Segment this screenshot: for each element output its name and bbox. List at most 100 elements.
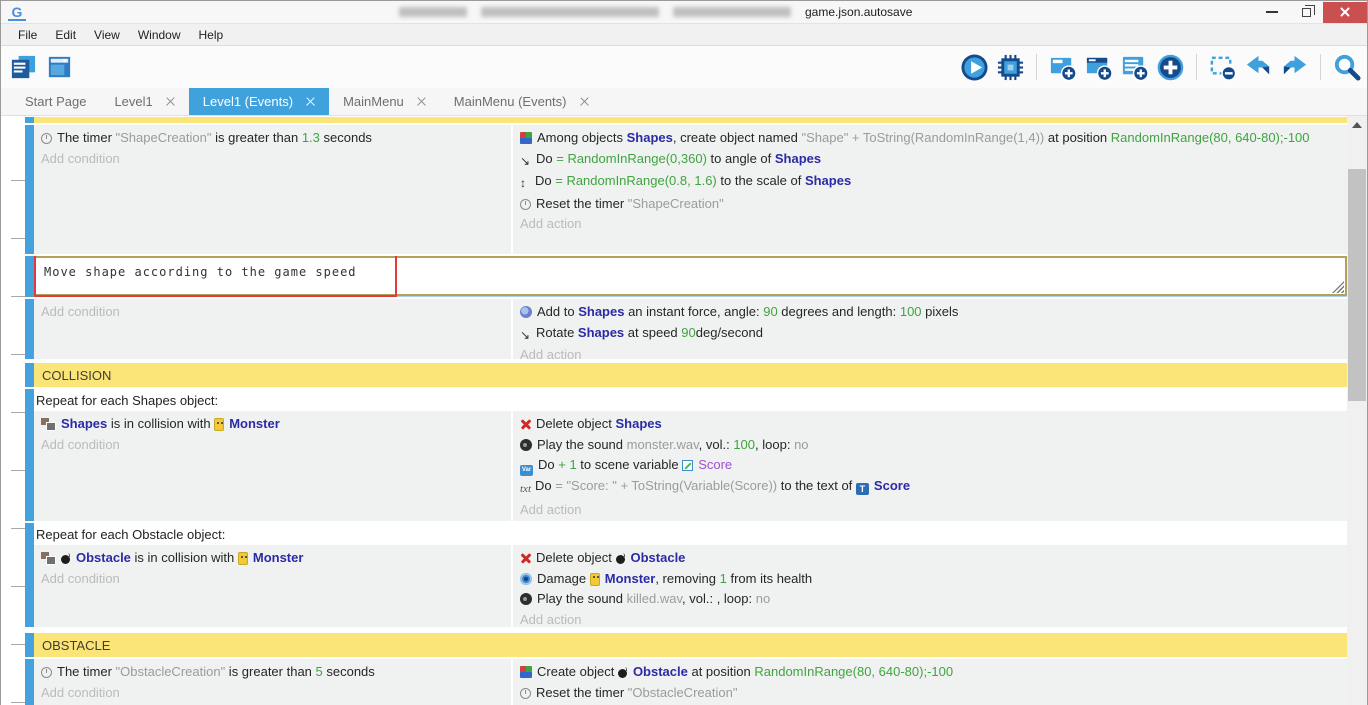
text-segment: at position <box>688 664 755 679</box>
tab-close-icon[interactable] <box>580 97 589 106</box>
event-row[interactable]: The timer "ObstacleCreation" is greater … <box>25 659 1349 705</box>
section-band-partial[interactable] <box>25 117 1349 123</box>
tab-close-icon[interactable] <box>166 97 175 106</box>
timer-icon <box>41 667 52 678</box>
event-body: Add condition Add to Shapes an instant fo… <box>34 299 1349 359</box>
comment-text[interactable]: Move shape according to the game speed <box>36 258 1345 279</box>
menu-help[interactable]: Help <box>190 26 233 44</box>
action-line[interactable]: Reset the timer "ShapeCreation" <box>520 194 1339 215</box>
actions-cell[interactable]: Add to Shapes an instant force, angle: 9… <box>511 299 1349 359</box>
conditions-cell[interactable]: Shapes is in collision with MonsterAdd c… <box>34 411 511 521</box>
text-segment: , vol.: <box>699 437 734 452</box>
comment-event[interactable]: Move shape according to the game speed <box>25 256 1349 297</box>
menu-window[interactable]: Window <box>129 26 190 44</box>
start-page-icon[interactable] <box>45 53 74 82</box>
scroll-up-icon[interactable] <box>1352 122 1362 128</box>
action-line[interactable]: ↕Do = RandomInRange(0.8, 1.6) to the sca… <box>520 171 1339 194</box>
action-line[interactable]: Play the sound killed.wav, vol.: , loop:… <box>520 589 1339 610</box>
text-segment: deg/second <box>696 325 763 340</box>
action-line[interactable]: Play the sound monster.wav, vol.: 100, l… <box>520 435 1339 456</box>
text-segment: "ObstacleCreation" <box>628 685 738 700</box>
tab-close-icon[interactable] <box>306 97 315 106</box>
text-segment: Add to <box>537 304 578 319</box>
add-condition-link[interactable]: Add condition <box>41 683 501 704</box>
section-band[interactable]: COLLISION <box>25 363 1349 387</box>
add-action-link[interactable]: Add action <box>520 610 1339 628</box>
tab-level1-events-[interactable]: Level1 (Events) <box>189 88 329 115</box>
menu-file[interactable]: File <box>9 26 46 44</box>
action-line[interactable]: VarDo + 1 to scene variable Score <box>520 455 1339 476</box>
condition-line[interactable]: Shapes is in collision with Monster <box>41 414 501 435</box>
action-line[interactable]: Reset the timer "ObstacleCreation" <box>520 683 1339 704</box>
action-line[interactable]: txtDo = "Score: " + ToString(Variable(Sc… <box>520 476 1339 500</box>
event-row[interactable]: Repeat for each Obstacle object:Obstacle… <box>25 523 1349 627</box>
add-action-link[interactable]: Add action <box>520 214 1339 235</box>
repeat-for-each-header[interactable]: Repeat for each Shapes object: <box>34 389 1349 411</box>
condition-line[interactable]: Obstacle is in collision with Monster <box>41 548 501 569</box>
add-comment-icon[interactable] <box>1120 53 1149 82</box>
actions-cell[interactable]: Create object Obstacle at position Rando… <box>511 659 1349 705</box>
add-condition-link[interactable]: Add condition <box>41 435 501 456</box>
menu-view[interactable]: View <box>85 26 129 44</box>
add-action-link[interactable]: Add action <box>520 345 1339 359</box>
timer-icon <box>520 199 531 210</box>
tab-mainmenu-events-[interactable]: MainMenu (Events) <box>440 88 603 115</box>
text-segment: seconds <box>323 664 375 679</box>
redo-icon[interactable] <box>1280 53 1309 82</box>
condition-line[interactable]: The timer "ObstacleCreation" is greater … <box>41 662 501 683</box>
action-line[interactable]: Create object Obstacle at position Rando… <box>520 662 1339 683</box>
action-line[interactable]: ↘Rotate Shapes at speed 90deg/second <box>520 323 1339 346</box>
project-manager-icon[interactable] <box>9 53 38 82</box>
menu-edit[interactable]: Edit <box>46 26 85 44</box>
action-line[interactable]: ↘Do = RandomInRange(0,360) to angle of S… <box>520 149 1339 172</box>
add-action-link[interactable]: Add action <box>520 500 1339 521</box>
repeat-for-each-header[interactable]: Repeat for each Obstacle object: <box>34 523 1349 545</box>
remove-event-icon[interactable] <box>1208 53 1237 82</box>
conditions-cell[interactable]: The timer "ObstacleCreation" is greater … <box>34 659 511 705</box>
tab-level1[interactable]: Level1 <box>100 88 188 115</box>
text-segment: + 1 <box>558 457 576 472</box>
tab-mainmenu[interactable]: MainMenu <box>329 88 440 115</box>
conditions-cell[interactable]: The timer "ShapeCreation" is greater tha… <box>34 125 511 254</box>
action-line[interactable]: Add to Shapes an instant force, angle: 9… <box>520 302 1339 323</box>
add-circle-icon[interactable] <box>1156 53 1185 82</box>
action-line[interactable]: Delete object Shapes <box>520 414 1339 435</box>
action-line[interactable]: Delete object Obstacle <box>520 548 1339 569</box>
condition-line[interactable]: The timer "ShapeCreation" is greater tha… <box>41 128 501 149</box>
actions-cell[interactable]: Delete object ShapesPlay the sound monst… <box>511 411 1349 521</box>
add-condition-link[interactable]: Add condition <box>41 302 501 323</box>
play-icon[interactable] <box>960 53 989 82</box>
add-condition-link[interactable]: Add condition <box>41 149 501 170</box>
tab-start-page[interactable]: Start Page <box>11 88 100 115</box>
event-row[interactable]: The timer "ShapeCreation" is greater tha… <box>25 125 1349 254</box>
actions-cell[interactable]: Among objects Shapes, create object name… <box>511 125 1349 254</box>
add-condition-link[interactable]: Add condition <box>41 569 501 590</box>
tab-close-icon[interactable] <box>417 97 426 106</box>
debug-icon[interactable] <box>996 53 1025 82</box>
actions-cell[interactable]: Delete object ObstacleDamage Monster, re… <box>511 545 1349 627</box>
close-button[interactable] <box>1323 2 1367 23</box>
action-line[interactable]: Among objects Shapes, create object name… <box>520 128 1339 149</box>
restore-button[interactable] <box>1289 2 1323 23</box>
undo-icon[interactable] <box>1244 53 1273 82</box>
text-segment: Reset the timer <box>536 196 628 211</box>
conditions-cell[interactable]: Obstacle is in collision with MonsterAdd… <box>34 545 511 627</box>
add-subevent-icon[interactable] <box>1084 53 1113 82</box>
add-event-icon[interactable] <box>1048 53 1077 82</box>
search-icon[interactable] <box>1332 53 1361 82</box>
comment-edit-box[interactable]: Move shape according to the game speed <box>34 256 1347 296</box>
action-line[interactable]: Damage Monster, removing 1 from its heal… <box>520 569 1339 590</box>
create-object-icon <box>520 132 532 144</box>
text-segment: Shapes <box>61 416 107 431</box>
text-segment: Score <box>874 478 910 493</box>
resize-grip-icon[interactable] <box>1332 281 1344 293</box>
title-bar[interactable]: G game.json.autosave <box>1 1 1367 24</box>
app-logo-icon: G <box>8 3 26 21</box>
event-row[interactable]: Add condition Add to Shapes an instant fo… <box>25 299 1349 359</box>
scrollbar-thumb[interactable] <box>1348 169 1366 401</box>
section-band[interactable]: OBSTACLE <box>25 633 1349 657</box>
minimize-button[interactable] <box>1255 2 1289 23</box>
conditions-cell[interactable]: Add condition <box>34 299 511 359</box>
vertical-scrollbar[interactable] <box>1347 116 1367 705</box>
event-row[interactable]: Repeat for each Shapes object:Shapes is … <box>25 389 1349 521</box>
